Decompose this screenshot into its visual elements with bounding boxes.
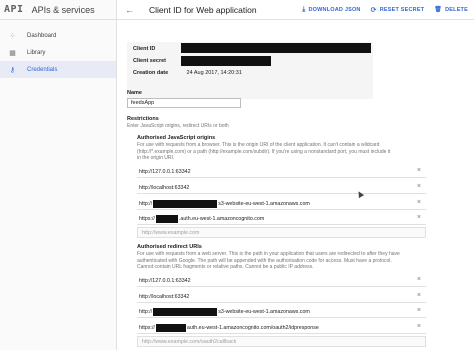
- redirect-uris-hint-line: Cannot contain URL fragments or relative…: [137, 264, 314, 271]
- redirect-uri-redaction: [155, 323, 186, 332]
- key-icon: ⚷: [9, 66, 16, 74]
- sidebar: API APIs & services ⁘ Dashboard ▦ Librar…: [0, 0, 117, 350]
- download-json-label: DOWNLOAD JSON: [308, 6, 361, 13]
- remove-icon[interactable]: ×: [417, 323, 421, 330]
- js-origin-prefix: http://: [139, 200, 153, 207]
- trash-icon: 🗑: [434, 7, 443, 13]
- remove-icon[interactable]: ×: [417, 292, 421, 299]
- delete-label: DELETE: [445, 6, 468, 13]
- header-actions: ⤓ DOWNLOAD JSON ⟳ RESET SECRET 🗑 DELETE: [302, 6, 474, 14]
- client-info-box: Client ID Client secret Creation date 24…: [127, 42, 373, 99]
- back-arrow-icon[interactable]: ←: [125, 5, 137, 15]
- remove-icon[interactable]: ×: [417, 307, 421, 314]
- redirect-uri-row: http://127.0.0.1:63342 ×: [137, 275, 426, 287]
- redirect-uris-hint: For use with requests from a web server.…: [137, 251, 437, 271]
- sidebar-item-credentials[interactable]: ⚷ Credentials: [0, 61, 116, 78]
- remove-icon[interactable]: ×: [417, 276, 421, 283]
- js-origin-prefix: https://: [139, 215, 155, 222]
- client-secret-redaction: [181, 56, 271, 66]
- sidebar-header: API APIs & services: [0, 0, 116, 20]
- js-origin-uri: http://127.0.0.1:63342: [139, 168, 191, 175]
- js-origins-hint-line: For use with requests from a browser. Th…: [137, 142, 380, 148]
- download-json-button[interactable]: ⤓ DOWNLOAD JSON: [302, 6, 360, 14]
- name-label: Name: [127, 90, 142, 96]
- client-secret-row: Client secret: [133, 58, 185, 64]
- js-origin-uri: http://localhost:63342: [139, 184, 190, 191]
- sidebar-item-dashboard[interactable]: ⁘ Dashboard: [0, 27, 116, 44]
- client-secret-label: Client secret: [133, 58, 167, 64]
- sidebar-item-label: Dashboard: [27, 32, 57, 39]
- js-origin-row: http://127.0.0.1:63342 ×: [137, 166, 426, 178]
- remove-icon[interactable]: ×: [417, 214, 421, 221]
- client-id-redaction: [181, 43, 371, 53]
- redirect-uri-row: https:// auth.eu-west-1.amazoncognito.co…: [137, 322, 426, 334]
- download-icon: ⤓: [302, 5, 306, 13]
- name-input[interactable]: feedsApp: [127, 98, 241, 108]
- delete-button[interactable]: 🗑 DELETE: [434, 6, 468, 14]
- redirect-uri-prefix: http://: [139, 308, 153, 315]
- creation-date-label: Creation date: [133, 70, 169, 76]
- creation-date-row: Creation date 24 Aug 2017, 14:20:31: [133, 70, 242, 76]
- redirect-uri: http://127.0.0.1:63342: [139, 277, 191, 284]
- client-id-row: Client ID: [133, 46, 185, 52]
- main-content: Client ID Client secret Creation date 24…: [117, 21, 474, 350]
- redirect-uris-hint-line: authenticated with Google. The path will…: [137, 257, 392, 264]
- js-origin-row: https:// .auth.eu-west-1.amazoncognito.c…: [137, 213, 426, 225]
- dashboard-icon: ⁘: [9, 32, 16, 40]
- refresh-icon: ⟳: [370, 6, 377, 14]
- sidebar-item-label: Credentials: [27, 66, 58, 73]
- js-origin-row: http://localhost:63342 ×: [137, 182, 426, 194]
- restrictions-label: Restrictions: [127, 116, 159, 122]
- js-origin-uri: .auth.eu-west-1.amazoncognito.com: [178, 215, 265, 222]
- js-origin-row: http:// s3-website-eu-west-1.amazonaws.c…: [137, 198, 426, 210]
- sidebar-title: APIs & services: [31, 4, 95, 15]
- redirect-uri: auth.eu-west-1.amazoncognito.com/oauth2/…: [186, 324, 319, 331]
- redirect-uri: http://localhost:63342: [139, 293, 190, 300]
- js-origin-redaction: [155, 214, 178, 223]
- redirect-uri-row: http:// s3-website-eu-west-1.amazonaws.c…: [137, 306, 426, 318]
- js-origins-hint-line: (http://*.example.com) or a path (http:/…: [137, 148, 391, 155]
- reset-secret-button[interactable]: ⟳ RESET SECRET: [371, 6, 425, 14]
- client-id-label: Client ID: [133, 46, 156, 52]
- js-origin-redaction: [153, 199, 218, 208]
- js-origin-uri: s3-website-eu-west-1.amazonaws.com: [218, 200, 310, 207]
- restrictions-hint: Enter JavaScript origins, redirect URIs …: [127, 123, 229, 129]
- creation-date-value: 24 Aug 2017, 14:20:31: [186, 70, 242, 76]
- page-title: Client ID for Web application: [149, 4, 257, 15]
- js-origins-hint-line: in the origin URI.: [137, 155, 175, 162]
- top-bar: ← Client ID for Web application ⤓ DOWNLO…: [117, 0, 474, 20]
- redirect-uri-redaction: [153, 307, 218, 316]
- redirect-uris-title: Authorised redirect URIs: [137, 244, 202, 250]
- remove-icon[interactable]: ×: [417, 199, 421, 206]
- redirect-uris-hint-line: For use with requests from a web server.…: [137, 251, 400, 257]
- js-origin-new-input[interactable]: http://www.example.com: [137, 227, 426, 238]
- redirect-uri-row: http://localhost:63342 ×: [137, 291, 426, 303]
- remove-icon[interactable]: ×: [417, 183, 421, 190]
- sidebar-item-library[interactable]: ▦ Library: [0, 44, 116, 61]
- sidebar-item-label: Library: [27, 49, 46, 56]
- js-origins-hint: For use with requests from a browser. Th…: [137, 142, 437, 162]
- redirect-uri-prefix: https://: [139, 324, 155, 331]
- reset-secret-label: RESET SECRET: [379, 6, 425, 13]
- redirect-uri-new-input[interactable]: http://www.example.com/oauth2callback: [137, 336, 426, 347]
- library-icon: ▦: [9, 49, 16, 57]
- redirect-uri: s3-website-eu-west-1.amazonaws.com: [218, 308, 310, 315]
- remove-icon[interactable]: ×: [417, 167, 421, 174]
- api-logo: API: [4, 4, 24, 15]
- js-origins-title: Authorised JavaScript origins: [137, 135, 216, 141]
